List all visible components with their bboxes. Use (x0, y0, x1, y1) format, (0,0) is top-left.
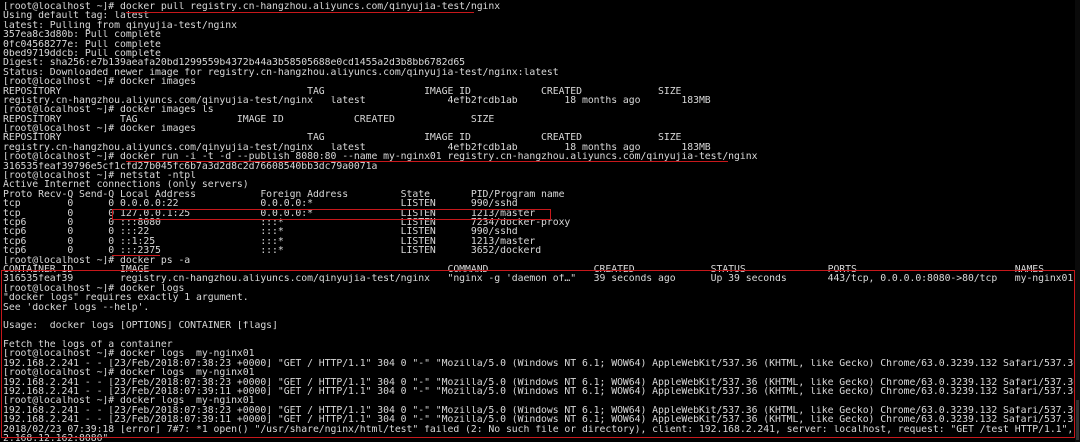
terminal-window[interactable]: [root@localhost ~]# docker pull registry… (0, 0, 1080, 442)
docker-proxy-highlight-box (112, 209, 551, 220)
terminal-line: [root@localhost ~]# docker images (3, 124, 196, 134)
terminal-line: 0fc04568277e: Pull complete (3, 39, 161, 49)
scrollbar-thumb[interactable] (1076, 400, 1079, 440)
terminal-line: tcp 0 0 0.0.0.0:22 0.0.0.0:* LISTEN 990/… (3, 199, 518, 209)
terminal-line: 357ea8c3d80b: Pull complete (3, 30, 161, 40)
terminal-line: registry.cn-hangzhou.aliyuncs.com/qinyuj… (3, 95, 711, 106)
terminal-line: 316535feaf39796e5cf1cfd27b045fc6b7a3d2d8… (3, 161, 378, 172)
terminal-line: REPOSITORY TAG IMAGE ID CREATED SIZE (3, 86, 682, 96)
terminal-line: [root@localhost ~]# docker pull registry… (3, 2, 501, 12)
terminal-line: registry.cn-hangzhou.aliyuncs.com/qinyuj… (3, 142, 711, 153)
terminal-line: REPOSITORY TAG IMAGE ID CREATED SIZE (3, 114, 495, 125)
pull-command-underline (126, 12, 474, 13)
terminal-line: [root@localhost ~]# docker ps -a (3, 255, 191, 265)
terminal-line: Active Internet connections (only server… (3, 180, 249, 190)
terminal-line: Proto Recv-Q Send-Q Local Address Foreig… (3, 189, 565, 200)
terminal-line: Digest: sha256:e7b139aeafa20bd1299559b43… (3, 58, 466, 68)
terminal-line: [root@localhost ~]# docker images ls (3, 105, 214, 115)
terminal-line: [root@localhost ~]# netstat -ntpl (3, 171, 196, 181)
terminal-line: tcp6 0 0 :::2375 :::* LISTEN 3652/docker… (3, 246, 542, 256)
ps-command-underline (112, 255, 160, 256)
terminal-line: [root@localhost ~]# docker images (3, 77, 196, 87)
terminal-line: latest: Pulling from qinyujia-test/nginx (3, 20, 237, 31)
terminal-line: tcp6 0 0 :::22 :::* LISTEN 990/sshd (3, 227, 518, 237)
terminal-scrollbar[interactable] (1075, 0, 1080, 442)
terminal-line: tcp6 0 0 ::1:25 :::* LISTEN 1213/master (3, 236, 536, 247)
run-command-underline (126, 161, 728, 162)
terminal-line: 0bed9719ddcb: Pull complete (3, 48, 161, 59)
logs-section-highlight-box (1, 270, 1075, 438)
terminal-line: REPOSITORY TAG IMAGE ID CREATED SIZE (3, 133, 682, 143)
terminal-line: Status: Downloaded newer image for regis… (3, 67, 559, 78)
